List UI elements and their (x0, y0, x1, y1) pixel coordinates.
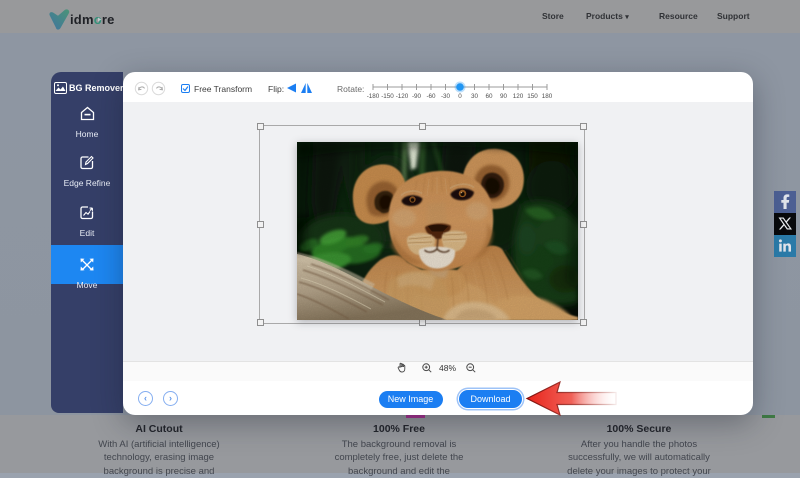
svg-text:-180: -180 (367, 93, 380, 100)
svg-text:90: 90 (500, 93, 508, 100)
svg-text:-120: -120 (396, 93, 409, 100)
svg-text:-150: -150 (381, 93, 394, 100)
svg-text:30: 30 (471, 93, 479, 100)
svg-text:180: 180 (542, 93, 553, 100)
svg-text:60: 60 (485, 93, 493, 100)
svg-text:-60: -60 (426, 93, 436, 100)
svg-text:-30: -30 (441, 93, 451, 100)
svg-text:120: 120 (513, 93, 524, 100)
svg-text:150: 150 (527, 93, 538, 100)
svg-text:-90: -90 (412, 93, 422, 100)
svg-text:0: 0 (458, 93, 462, 100)
